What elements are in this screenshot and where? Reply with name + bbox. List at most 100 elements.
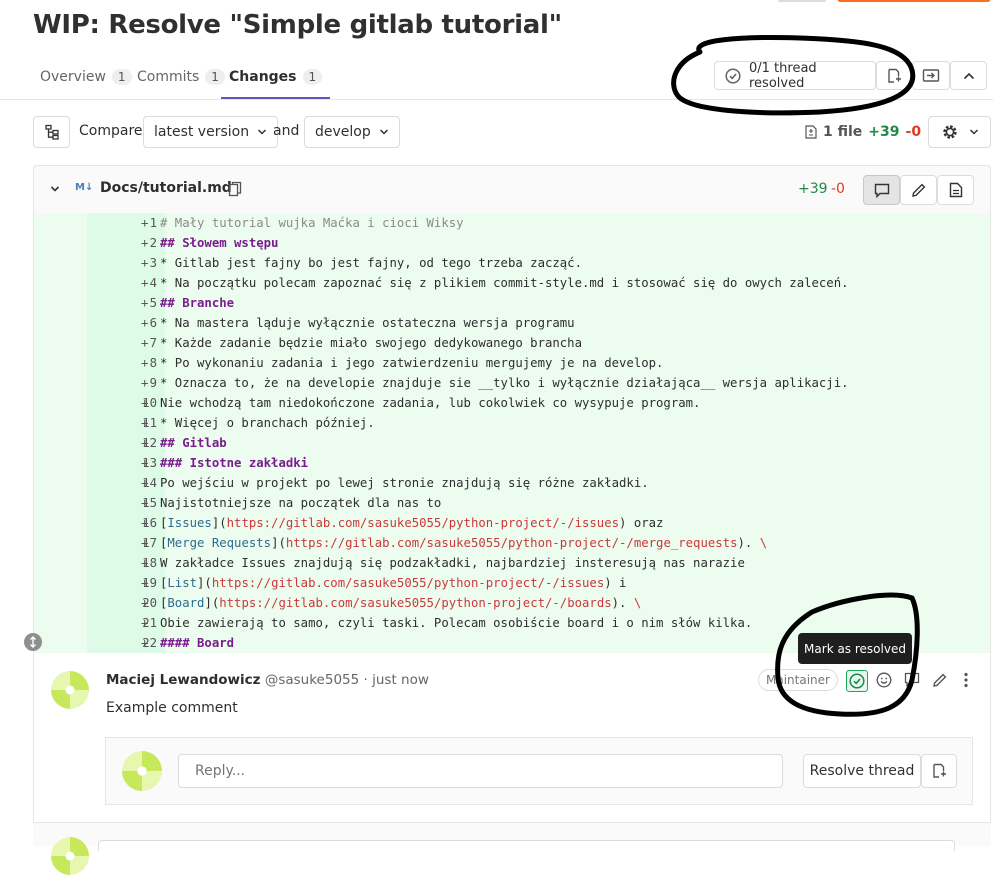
- diff-line[interactable]: 3 + * Gitlab jest fajny bo jest fajny, od …: [34, 253, 990, 273]
- resolve-thread-button[interactable]: Resolve thread: [803, 754, 921, 788]
- code-segment: ](: [204, 596, 220, 610]
- pencil-icon[interactable]: [932, 672, 948, 688]
- addition-marker: +: [141, 496, 149, 510]
- code-segment: * Po wykonaniu zadania i jego zatwierdze…: [160, 356, 664, 370]
- thread-status[interactable]: 0/1 thread resolved: [714, 61, 876, 91]
- tab-overview-count: 1: [111, 68, 132, 85]
- diff-line[interactable]: 7 + * Każde zadanie będzie miało swojego d…: [34, 333, 990, 353]
- page-title: WIP: Resolve "Simple gitlab tutorial": [33, 10, 562, 40]
- code-text: ## Branche: [160, 293, 234, 313]
- addition-marker: +: [141, 476, 149, 490]
- code-text: [Merge Requests](https://gitlab.com/sasu…: [160, 533, 767, 553]
- code-segment: https://gitlab.com/sasuke5055/python-pro…: [211, 576, 605, 590]
- code-segment: https://gitlab.com/sasuke5055/python-pro…: [226, 516, 620, 530]
- check-circle-icon: [725, 67, 741, 84]
- diff-line[interactable]: 11 + * Więcej o branchach później.: [34, 413, 990, 433]
- code-text: ### Istotne zakładki: [160, 453, 308, 473]
- addition-marker: +: [141, 376, 149, 390]
- diff-line[interactable]: 1 + # Mały tutorial wujka Maćka i cioci Wi…: [34, 213, 990, 233]
- diff-line[interactable]: 13 + ### Istotne zakładki: [34, 453, 990, 473]
- code-segment: * Więcej o branchach później.: [160, 416, 375, 430]
- code-segment: ](: [271, 536, 286, 550]
- reply-input[interactable]: [178, 754, 783, 788]
- addition-marker: +: [141, 416, 149, 430]
- diff-line[interactable]: 18 + W zakładce Issues znajdują się podzak…: [34, 553, 990, 573]
- mark-as-resolved-button[interactable]: [846, 670, 868, 692]
- addition-marker: +: [141, 536, 149, 550]
- file-tree-toggle-button[interactable]: [33, 116, 70, 148]
- avatar[interactable]: [51, 837, 89, 875]
- top-cropped-button[interactable]: [778, 0, 826, 2]
- addition-marker: +: [141, 456, 149, 470]
- addition-marker: +: [141, 296, 149, 310]
- expand-icon[interactable]: [24, 633, 42, 651]
- role-badge: Maintainer: [758, 669, 838, 691]
- jump-next-unresolved-button[interactable]: [912, 61, 950, 90]
- avatar[interactable]: [51, 671, 89, 709]
- edit-file-button[interactable]: [900, 175, 937, 205]
- file-deletions: -0: [831, 181, 845, 197]
- code-segment: https://gitlab.com/sasuke5055/python-pro…: [219, 596, 612, 610]
- code-segment: ).: [611, 596, 634, 610]
- diff-line[interactable]: 12 + ## Gitlab: [34, 433, 990, 453]
- diff-line[interactable]: 6 + * Na mastera ląduje wyłącznie ostatecz…: [34, 313, 990, 333]
- target-branch-dropdown[interactable]: develop: [304, 116, 400, 148]
- diff-line[interactable]: 9 + * Oznacza to, że na developie znajduje…: [34, 373, 990, 393]
- reply-icon[interactable]: [904, 672, 920, 687]
- top-cropped-accent-button[interactable]: [838, 0, 990, 2]
- code-text: Po wejściu w projekt po lewej stronie zn…: [160, 473, 649, 493]
- view-file-button[interactable]: [937, 175, 974, 205]
- comment-author[interactable]: Maciej Lewandowicz: [106, 672, 261, 688]
- code-text: [Board](https://gitlab.com/sasuke5055/py…: [160, 593, 641, 613]
- toggle-comments-button[interactable]: [863, 175, 900, 205]
- collapse-button[interactable]: [950, 61, 987, 90]
- code-text: W zakładce Issues znajdują się podzakład…: [160, 553, 745, 573]
- diff-line[interactable]: 14 + Po wejściu w projekt po lewej stronie…: [34, 473, 990, 493]
- diff-settings-dropdown[interactable]: [928, 116, 991, 148]
- addition-marker: +: [141, 576, 149, 590]
- resolve-discussion-button[interactable]: [876, 61, 912, 90]
- diff-line[interactable]: 20 + [Board](https://gitlab.com/sasuke5055…: [34, 593, 990, 613]
- diff-line[interactable]: 16 + [Issues](https://gitlab.com/sasuke505…: [34, 513, 990, 533]
- tab-commits-label: Commits: [137, 68, 200, 85]
- file-path[interactable]: Docs/tutorial.md: [100, 180, 232, 196]
- collapse-file-chevron-icon[interactable]: [50, 184, 60, 194]
- resolve-discussion-icon: [886, 68, 902, 84]
- comment-header: Maciej Lewandowicz @sasuke5055 · just no…: [106, 672, 429, 688]
- comment-time[interactable]: · just now: [364, 672, 429, 688]
- chevron-down-icon: [379, 127, 389, 137]
- check-circle-icon: [849, 673, 865, 689]
- addition-marker: +: [141, 336, 149, 350]
- code-text: #### Board: [160, 633, 234, 653]
- emoji-icon[interactable]: [876, 672, 892, 688]
- diff-line[interactable]: 15 + Najistotniejsze na początek dla nas t…: [34, 493, 990, 513]
- more-vertical-icon[interactable]: [960, 672, 972, 688]
- code-segment: \: [759, 536, 768, 550]
- diff-line[interactable]: 2 + ## Słowem wstępu: [34, 233, 990, 253]
- comment-username[interactable]: @sasuke5055: [265, 672, 359, 688]
- diff-line[interactable]: 19 + [List](https://gitlab.com/sasuke5055/…: [34, 573, 990, 593]
- diff-line[interactable]: 4 + * Na początku polecam zapoznać się z p…: [34, 273, 990, 293]
- diff-line[interactable]: 17 + [Merge Requests](https://gitlab.com/s…: [34, 533, 990, 553]
- code-text: [Issues](https://gitlab.com/sasuke5055/p…: [160, 513, 663, 533]
- diff-line[interactable]: 10 + Nie wchodzą tam niedokończone zadania…: [34, 393, 990, 413]
- addition-marker: +: [141, 316, 149, 330]
- tab-commits[interactable]: Commits 1: [137, 56, 225, 97]
- tab-changes[interactable]: Changes 1: [221, 56, 331, 99]
- code-text: * Po wykonaniu zadania i jego zatwierdze…: [160, 353, 663, 373]
- avatar[interactable]: [122, 751, 162, 791]
- copy-icon[interactable]: [228, 181, 242, 197]
- code-segment: ](: [197, 576, 212, 590]
- next-reply-input[interactable]: [98, 840, 955, 851]
- addition-marker: +: [141, 256, 149, 270]
- diff-line[interactable]: 8 + * Po wykonaniu zadania i jego zatwierd…: [34, 353, 990, 373]
- code-segment: ](: [211, 516, 227, 530]
- compare-version-dropdown[interactable]: latest version: [143, 116, 279, 148]
- code-segment: ## Gitlab: [160, 436, 227, 450]
- diff-line[interactable]: 5 + ## Branche: [34, 293, 990, 313]
- code-text: ## Słowem wstępu: [160, 233, 278, 253]
- code-text: * Oznacza to, że na developie znajduje s…: [160, 373, 849, 393]
- resolve-new-issue-button[interactable]: [921, 754, 957, 788]
- diff-line[interactable]: 21 + Obie zawierają to samo, czyli taski. …: [34, 613, 990, 633]
- tab-overview[interactable]: Overview 1: [40, 56, 132, 97]
